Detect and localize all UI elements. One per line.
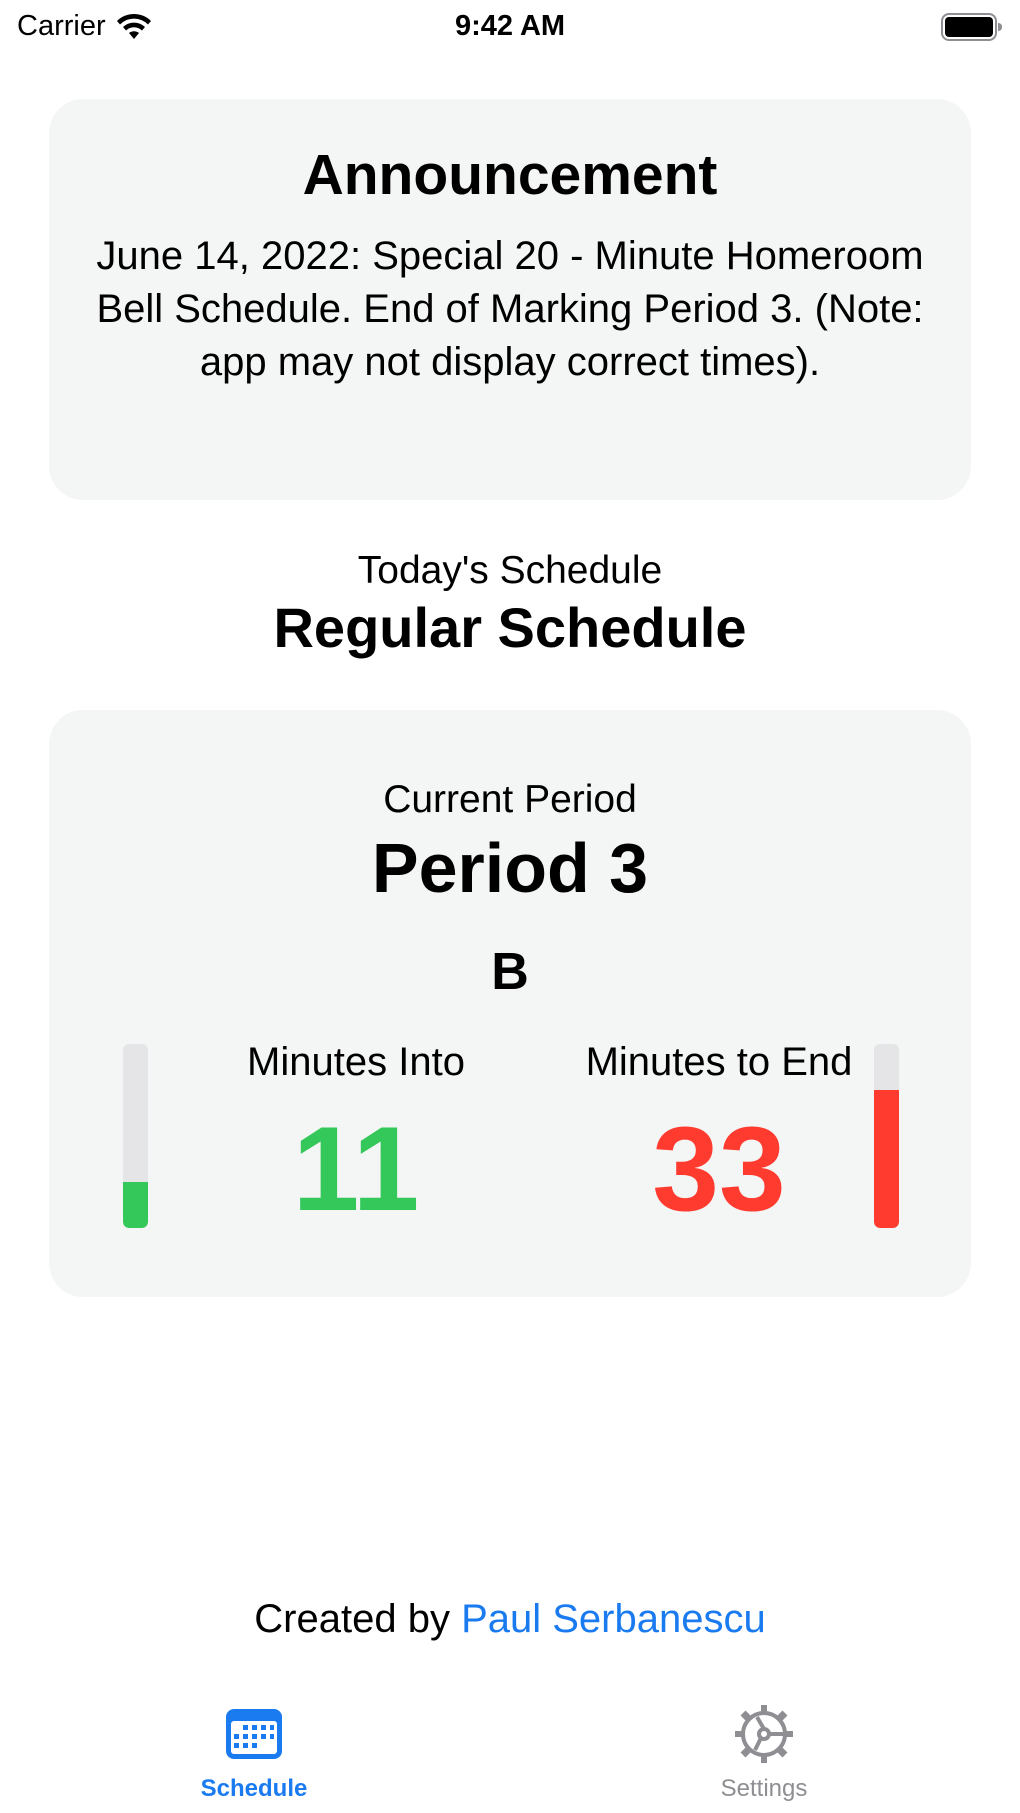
tab-schedule-label: Schedule <box>200 1775 308 1802</box>
status-bar: Carrier 9:42 AM <box>0 0 1020 52</box>
credit-line: Created by Paul Serbanescu <box>0 1597 1020 1642</box>
tab-settings[interactable]: Settings <box>664 1703 864 1803</box>
battery-icon <box>941 13 1002 41</box>
schedule-name: Regular Schedule <box>273 595 747 659</box>
minutes-to-end-label: Minutes to End <box>585 1040 853 1084</box>
announcement-card: Announcement June 14, 2022: Special 20 -… <box>49 99 971 500</box>
minutes-into-progress-fill <box>123 1182 148 1228</box>
day-letter: B <box>491 943 529 1001</box>
announcement-title: Announcement <box>302 143 718 207</box>
announcement-body: June 14, 2022: Special 20 - Minute Homer… <box>96 234 924 384</box>
calendar-icon <box>226 1709 282 1759</box>
minutes-into-progress-bar <box>123 1044 148 1228</box>
tab-bar: Schedule Settings <box>0 1703 1020 1813</box>
gear-icon <box>735 1705 793 1763</box>
minutes-to-end-progress-fill <box>874 1090 899 1228</box>
current-period-card: Current Period Period 3 B Minutes Into 1… <box>49 710 971 1297</box>
credit-prefix: Created by <box>254 1597 462 1641</box>
minutes-into-label: Minutes Into <box>247 1040 465 1084</box>
current-period-name: Period 3 <box>371 829 649 907</box>
schedule-subtitle: Today's Schedule <box>357 549 663 592</box>
minutes-to-end-progress-bar <box>874 1044 899 1228</box>
tab-schedule[interactable]: Schedule <box>154 1703 354 1803</box>
minutes-to-end-value: 33 <box>652 1102 786 1236</box>
schedule-header: Today's Schedule Regular Schedule <box>0 548 1020 658</box>
minutes-into-value: 11 <box>292 1102 420 1236</box>
author-link[interactable]: Paul Serbanescu <box>461 1597 766 1641</box>
current-period-label: Current Period <box>383 778 637 821</box>
tab-settings-label: Settings <box>720 1775 808 1802</box>
clock: 9:42 AM <box>454 10 566 42</box>
